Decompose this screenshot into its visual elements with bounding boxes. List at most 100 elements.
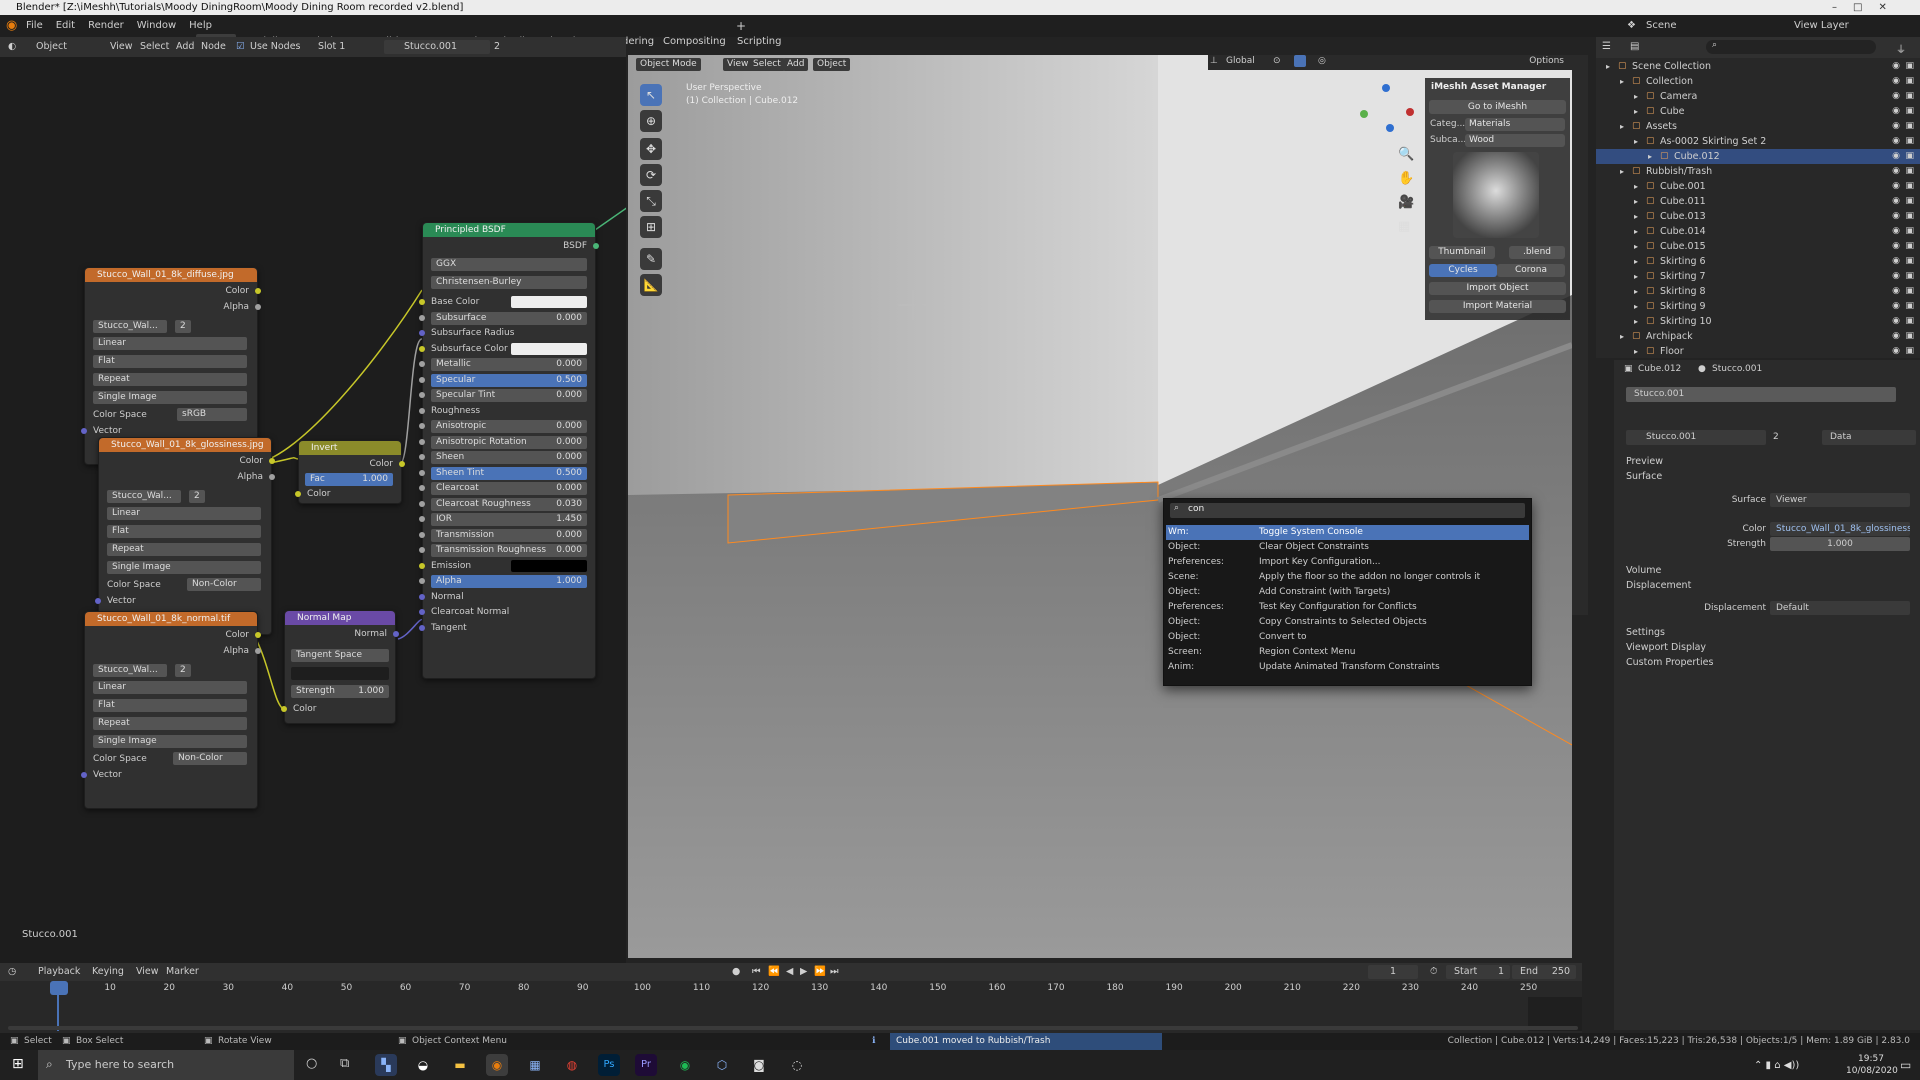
projection-dropdown[interactable]: Flat bbox=[93, 699, 247, 712]
visibility-eye-icon[interactable]: ◉ bbox=[1892, 104, 1900, 119]
filter-icon[interactable]: ⏚ bbox=[1896, 41, 1906, 56]
uv-map-field[interactable] bbox=[291, 667, 389, 680]
bsdf-input-transmission-roughness[interactable]: Transmission Roughness 0.000 bbox=[431, 544, 587, 557]
import-material-button[interactable]: Import Material bbox=[1429, 300, 1566, 313]
node-header-glossiness[interactable]: Stucco_Wall_01_8k_glossiness.jpg bbox=[99, 438, 271, 452]
marker-menu[interactable]: Marker bbox=[166, 963, 199, 981]
end-frame-field[interactable]: End 250 bbox=[1512, 965, 1576, 979]
ortho-toggle-icon[interactable]: ▦ bbox=[1398, 219, 1410, 234]
bsdf-input-sheen[interactable]: Sheen 0.000 bbox=[431, 451, 587, 464]
socket-clearcoat-normal[interactable] bbox=[419, 609, 425, 615]
image-texture-node-diffuse[interactable]: Stucco_Wall_01_8k_diffuse.jpg Color Alph… bbox=[81, 267, 261, 465]
distribution-dropdown[interactable]: GGX bbox=[431, 258, 587, 271]
outliner-item[interactable]: ▸ ▢ Cube ◉ ▣ bbox=[1596, 104, 1920, 119]
scene-name[interactable]: Scene bbox=[1646, 15, 1677, 37]
visibility-eye-icon[interactable]: ◉ bbox=[1892, 284, 1900, 299]
bsdf-input-anisotropic[interactable]: Anisotropic 0.000 bbox=[431, 420, 587, 433]
windows-start-icon[interactable]: ⊞ bbox=[12, 1056, 24, 1072]
search-result-item[interactable]: Object: Clear Object Constraints bbox=[1166, 540, 1529, 555]
menu-edit[interactable]: Edit bbox=[56, 20, 75, 31]
bsdf-input-clearcoat-roughness[interactable]: Clearcoat Roughness 0.030 bbox=[431, 497, 587, 511]
displacement-dropdown[interactable]: Default bbox=[1770, 601, 1910, 615]
outliner-item[interactable]: ▸ ▢ As-0002 Skirting Set 2 ◉ ▣ bbox=[1596, 134, 1920, 149]
app-icon-1[interactable]: ▚ bbox=[375, 1054, 397, 1076]
image-datablock-field[interactable]: Stucco_Wal... bbox=[93, 664, 167, 677]
move-tool-icon[interactable]: ✥ bbox=[640, 138, 662, 160]
thumbnail-button[interactable]: Thumbnail bbox=[1429, 246, 1495, 259]
visibility-eye-icon[interactable]: ◉ bbox=[1892, 224, 1900, 239]
source-dropdown[interactable]: Single Image bbox=[107, 561, 261, 574]
blend-button[interactable]: .blend bbox=[1509, 246, 1565, 259]
task-view-icon[interactable]: ⧉ bbox=[340, 1056, 349, 1071]
bsdf-input-alpha[interactable]: Alpha 1.000 bbox=[431, 575, 587, 588]
socket-specular[interactable] bbox=[419, 376, 425, 383]
tray-icons[interactable]: ⌃ ▮ ⌂ ◀)) bbox=[1754, 1060, 1799, 1071]
expand-arrow-icon[interactable]: ▸ bbox=[1634, 314, 1638, 329]
photoshop-icon[interactable]: Ps bbox=[598, 1054, 620, 1076]
expand-arrow-icon[interactable]: ▸ bbox=[1620, 74, 1624, 89]
search-result-item[interactable]: Preferences: Import Key Configuration... bbox=[1166, 555, 1529, 570]
image-datablock-field[interactable]: Stucco_Wal... bbox=[107, 490, 181, 503]
normal-map-header[interactable]: Normal Map bbox=[285, 611, 395, 625]
normal-map-node[interactable]: Normal Map Normal Tangent Space Strength… bbox=[281, 610, 399, 724]
menu-render[interactable]: Render bbox=[88, 20, 124, 31]
render-camera-icon[interactable]: ▣ bbox=[1905, 89, 1914, 104]
current-frame-field[interactable]: 1 bbox=[1368, 965, 1418, 979]
material-users[interactable]: 2 bbox=[1773, 432, 1779, 442]
color-swatch[interactable] bbox=[511, 296, 587, 308]
socket-clearcoat[interactable] bbox=[419, 485, 425, 491]
outliner-item[interactable]: ▸ ▢ Skirting 8 ◉ ▣ bbox=[1596, 284, 1920, 299]
render-camera-icon[interactable]: ▣ bbox=[1905, 149, 1914, 164]
cortana-icon[interactable]: ○ bbox=[306, 1056, 317, 1071]
image-texture-node-normal[interactable]: Stucco_Wall_01_8k_normal.tif Color Alpha… bbox=[81, 611, 261, 809]
bsdf-input-metallic[interactable]: Metallic 0.000 bbox=[431, 358, 587, 371]
render-camera-icon[interactable]: ▣ bbox=[1905, 284, 1914, 299]
bsdf-input-specular[interactable]: Specular 0.500 bbox=[431, 373, 587, 387]
bsdf-input-subsurface-radius[interactable]: Subsurface Radius bbox=[431, 327, 587, 339]
surface-panel-header[interactable]: Surface bbox=[1626, 471, 1662, 482]
outliner-item[interactable]: ▸ ▢ Rubbish/Trash ◉ ▣ bbox=[1596, 164, 1920, 179]
color-swatch[interactable] bbox=[511, 342, 587, 355]
socket-alpha[interactable] bbox=[419, 578, 425, 584]
expand-arrow-icon[interactable]: ▸ bbox=[1634, 134, 1638, 149]
pan-hand-icon[interactable]: ✋ bbox=[1398, 171, 1414, 186]
socket-specular-tint[interactable] bbox=[419, 392, 425, 398]
expand-arrow-icon[interactable]: ▸ bbox=[1634, 209, 1638, 224]
timeline-scrollbar[interactable] bbox=[8, 1026, 1578, 1030]
material-datablock-field[interactable]: Stucco.001 bbox=[1626, 430, 1766, 445]
notifications-icon[interactable]: ▭ bbox=[1900, 1058, 1911, 1072]
subcategory-dropdown[interactable]: Wood bbox=[1465, 134, 1565, 147]
render-camera-icon[interactable]: ▣ bbox=[1905, 269, 1914, 284]
jump-start-icon[interactable]: ⏮ bbox=[752, 963, 761, 981]
image-users-count[interactable]: 2 bbox=[189, 490, 205, 503]
shader-node-editor[interactable]: ◐ Object View Select Add Node ☑ Use Node… bbox=[0, 37, 626, 963]
invert-output-socket[interactable] bbox=[399, 461, 405, 467]
expand-arrow-icon[interactable]: ▸ bbox=[1606, 59, 1610, 74]
play-icon[interactable]: ▶ bbox=[800, 963, 807, 981]
output-alpha-socket[interactable] bbox=[255, 304, 261, 310]
bsdf-input-anisotropic-rotation[interactable]: Anisotropic Rotation 0.000 bbox=[431, 435, 587, 449]
premiere-icon[interactable]: Pr bbox=[635, 1054, 657, 1076]
bsdf-input-tangent[interactable]: Tangent bbox=[431, 622, 587, 634]
cursor-tool-icon[interactable]: ⊕ bbox=[640, 110, 662, 132]
input-vector-socket[interactable] bbox=[81, 428, 87, 434]
invert-fac-slider[interactable]: Fac 1.000 bbox=[305, 473, 393, 486]
outliner-item[interactable]: ▸ ▢ Archipack ◉ ▣ bbox=[1596, 329, 1920, 344]
blender-logo-icon[interactable]: ◉ bbox=[6, 15, 17, 37]
render-camera-icon[interactable]: ▣ bbox=[1905, 209, 1914, 224]
image-texture-node-glossiness[interactable]: Stucco_Wall_01_8k_glossiness.jpg Color A… bbox=[95, 437, 275, 635]
visibility-eye-icon[interactable]: ◉ bbox=[1892, 269, 1900, 284]
tab-compositing[interactable]: Compositing bbox=[660, 34, 729, 50]
display-mode-icon[interactable]: ▤ bbox=[1630, 41, 1639, 52]
render-camera-icon[interactable]: ▣ bbox=[1905, 104, 1914, 119]
render-camera-icon[interactable]: ▣ bbox=[1905, 314, 1914, 329]
spotify-icon[interactable]: ◉ bbox=[674, 1054, 696, 1076]
bsdf-input-roughness[interactable]: Roughness bbox=[431, 405, 587, 417]
image-datablock-field[interactable]: Stucco_Wal... bbox=[93, 320, 167, 333]
visibility-eye-icon[interactable]: ◉ bbox=[1892, 254, 1900, 269]
bsdf-input-clearcoat[interactable]: Clearcoat 0.000 bbox=[431, 482, 587, 495]
visibility-eye-icon[interactable]: ◉ bbox=[1892, 134, 1900, 149]
outliner-item[interactable]: ▸ ▢ Skirting 7 ◉ ▣ bbox=[1596, 269, 1920, 284]
image-users-count[interactable]: 2 bbox=[175, 664, 191, 677]
bsdf-input-specular-tint[interactable]: Specular Tint 0.000 bbox=[431, 389, 587, 402]
